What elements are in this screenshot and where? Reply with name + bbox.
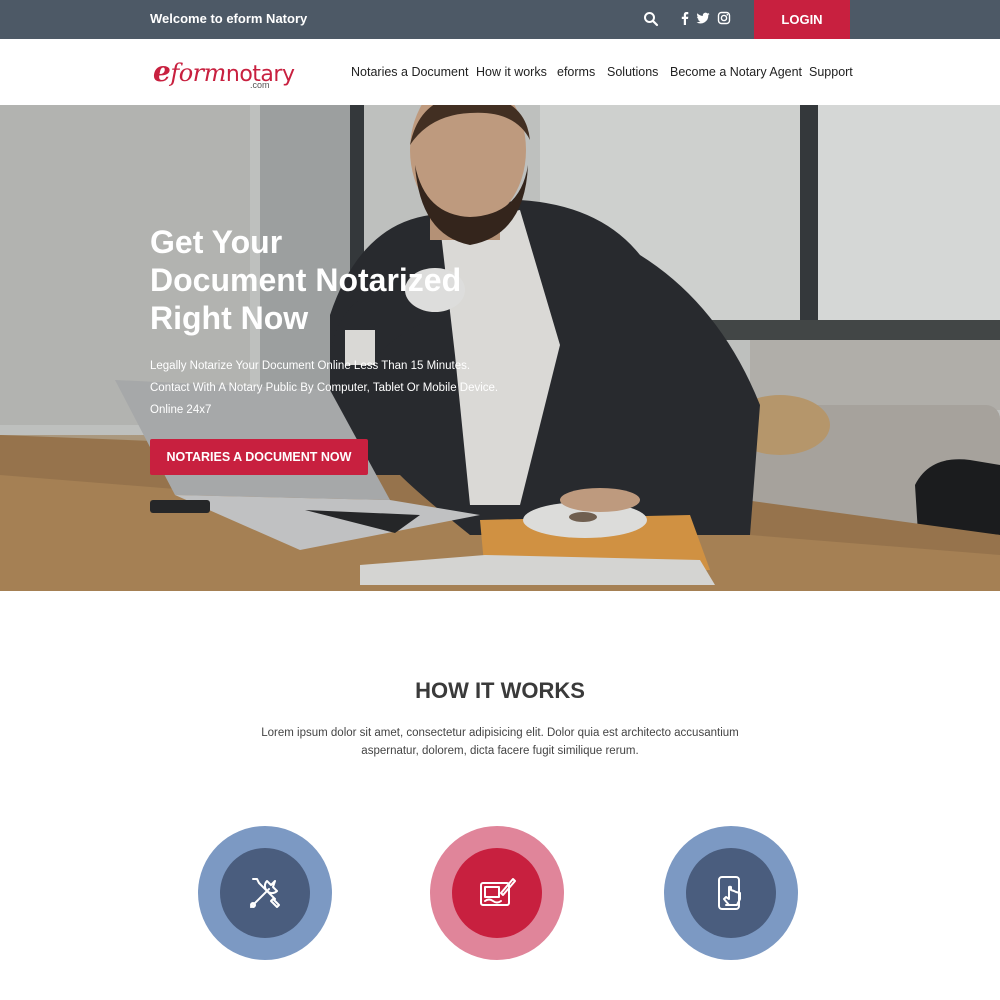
mobile-touch-icon — [718, 876, 741, 910]
how-it-works-title: HOW IT WORKS — [415, 678, 585, 703]
logo-e: e — [153, 55, 171, 88]
main-nav: eformnotary .com Notaries a Document How… — [0, 39, 1000, 105]
twitter-icon[interactable] — [696, 11, 710, 25]
step-1-inner — [220, 848, 310, 938]
hero-subtext-line-3: Online 24x7 — [150, 404, 212, 416]
top-bar: Welcome to eform Natory LOGIN — [0, 0, 1000, 39]
hero-headline-line-3: Right Now — [150, 300, 309, 336]
logo-form: form — [170, 59, 226, 87]
logo-com: .com — [250, 80, 270, 90]
hero-subtext-line-2: Contact With A Notary Public By Computer… — [150, 382, 499, 394]
notarize-document-button[interactable]: NOTARIES A DOCUMENT NOW — [150, 439, 368, 475]
nav-item-solutions[interactable]: Solutions — [607, 65, 658, 79]
nav-item-how-it-works[interactable]: How it works — [476, 65, 547, 79]
hero-headline-line-1: Get Your — [150, 224, 283, 260]
tools-icon — [250, 878, 280, 908]
search-icon[interactable] — [643, 11, 659, 27]
tablet-sign-icon — [480, 878, 516, 906]
nav-item-notaries-a-document[interactable]: Notaries a Document — [351, 65, 468, 79]
welcome-text: Welcome to eform Natory — [150, 11, 308, 26]
step-3-circle[interactable] — [664, 826, 798, 960]
step-3-inner — [686, 848, 776, 938]
hero-photo — [0, 105, 1000, 591]
nav-item-support[interactable]: Support — [809, 65, 853, 79]
logo-wordmark: eformnotary — [153, 55, 295, 88]
hero-headline-line-2: Document Notarized — [150, 262, 462, 298]
step-1-circle[interactable] — [198, 826, 332, 960]
login-button[interactable]: LOGIN — [754, 0, 850, 39]
how-it-works-description: Lorem ipsum dolor sit amet, consectetur … — [261, 727, 739, 757]
eformnotary-logo[interactable]: eformnotary .com — [153, 55, 295, 91]
step-2-inner — [452, 848, 542, 938]
facebook-icon[interactable] — [678, 11, 692, 25]
hero-subtext-line-1: Legally Notarize Your Document Online Le… — [150, 360, 471, 372]
instagram-icon[interactable] — [717, 11, 731, 25]
step-2-circle[interactable] — [430, 826, 564, 960]
nav-item-become-a-notary-agent[interactable]: Become a Notary Agent — [670, 65, 802, 79]
hero-banner: Get Your Document Notarized Right Now Le… — [0, 105, 1000, 591]
nav-item-eforms[interactable]: eforms — [557, 65, 595, 79]
hero-headline: Get Your Document Notarized Right Now — [150, 223, 462, 337]
